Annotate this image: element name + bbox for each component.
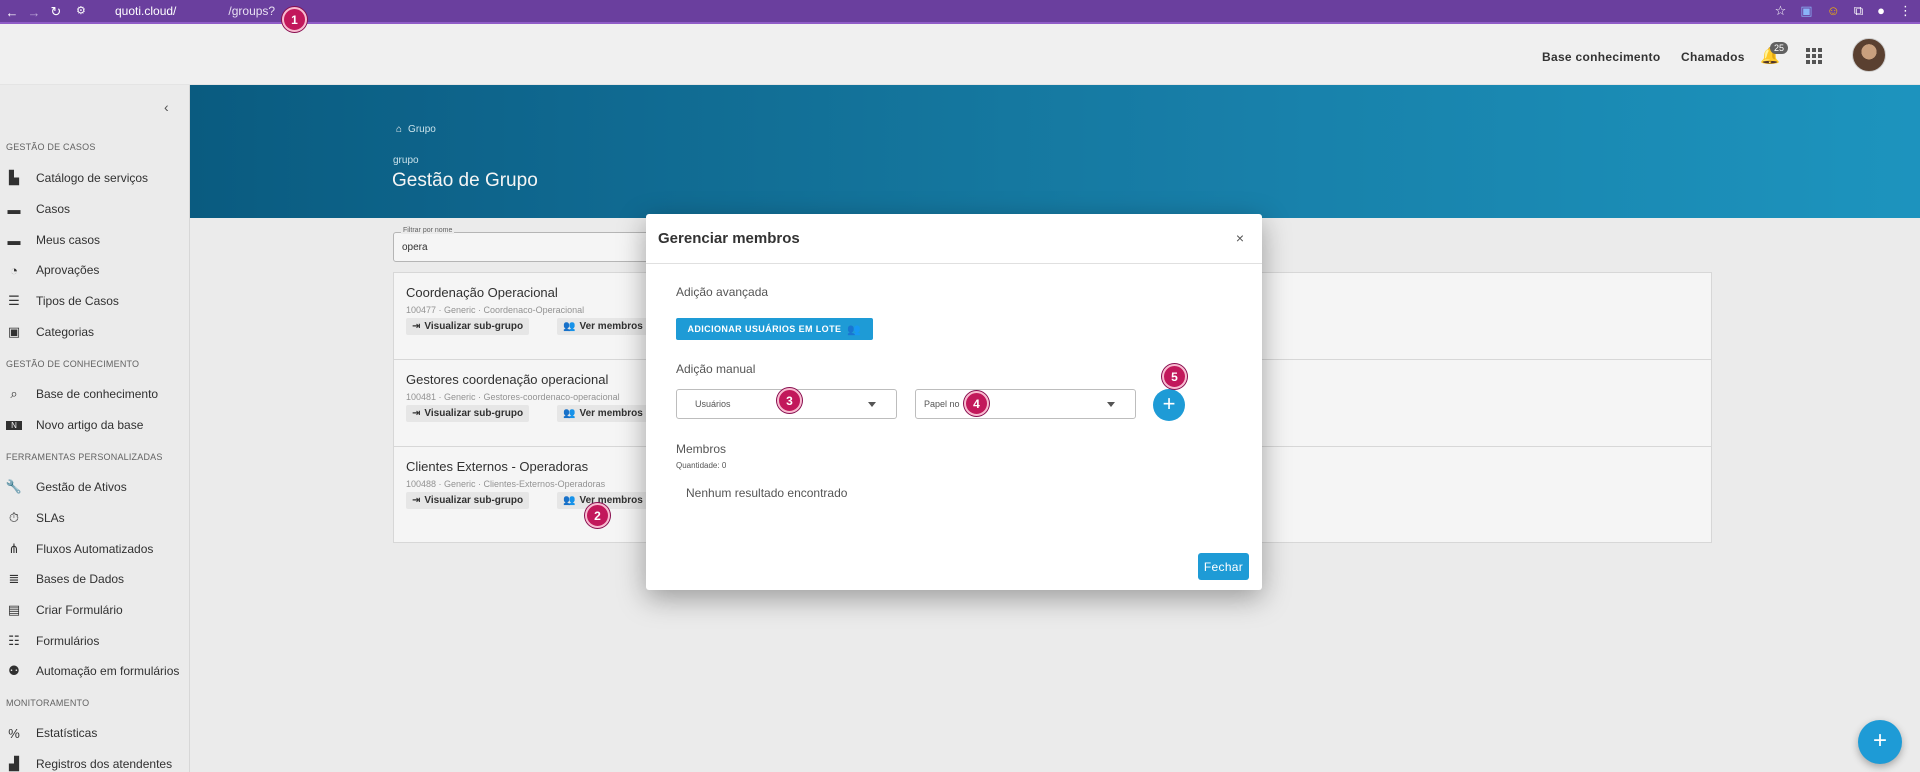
close-dialog-button[interactable]: Fechar	[1198, 553, 1249, 580]
add-fab-button[interactable]: +	[1858, 720, 1902, 764]
translate-icon[interactable]: ▣	[1800, 3, 1812, 19]
plus-icon: +	[1162, 391, 1176, 416]
site-settings-icon[interactable]: ⚙	[76, 4, 86, 17]
back-icon[interactable]: ←	[2, 5, 22, 20]
header-link-tickets[interactable]: Chamados	[1681, 50, 1745, 64]
users-select-value: Usuários	[695, 399, 731, 409]
manual-add-title: Adição manual	[676, 362, 756, 376]
members-count: Quantidade: 0	[676, 461, 727, 470]
empty-result-text: Nenhum resultado encontrado	[686, 486, 848, 500]
url-domain: quoti.cloud/	[115, 4, 177, 18]
members-title: Membros	[676, 442, 727, 456]
dialog-title: Gerenciar membros	[658, 230, 800, 247]
avatar[interactable]	[1852, 38, 1886, 72]
extension-emoji-icon[interactable]: ☺	[1827, 3, 1840, 19]
step-marker: 5	[1162, 364, 1187, 389]
apps-grid-icon[interactable]	[1806, 48, 1822, 64]
step-marker: 2	[585, 503, 610, 528]
close-icon[interactable]: ×	[1236, 230, 1244, 246]
notification-bell-icon[interactable]: 🔔 25	[1760, 42, 1789, 66]
forward-icon[interactable]: →	[24, 5, 44, 20]
browser-actions: ☆ ▣ ☺ ⧉ ● ⋮	[1775, 3, 1912, 19]
group-add-icon: 👥	[847, 323, 862, 336]
add-users-batch-button[interactable]: ADICIONAR USUÁRIOS EM LOTE 👥	[676, 318, 873, 340]
step-marker: 4	[964, 391, 989, 416]
extensions-icon[interactable]: ⧉	[1854, 3, 1863, 19]
header-link-knowledge-base[interactable]: Base conhecimento	[1542, 50, 1660, 64]
url-path: /groups?	[228, 4, 276, 18]
step-marker: 3	[777, 388, 802, 413]
role-select[interactable]: Papel no	[915, 389, 1136, 419]
manage-members-dialog: Gerenciar membros × Adição avançada ADIC…	[646, 214, 1262, 590]
role-select-value: Papel no	[924, 399, 960, 409]
step-marker: 1	[282, 7, 307, 32]
dialog-header: Gerenciar membros ×	[646, 214, 1262, 264]
address-bar[interactable]: quoti.cloud/ /groups?	[92, 4, 275, 18]
chevron-down-icon	[1107, 402, 1115, 407]
chevron-down-icon	[868, 402, 876, 407]
profile-icon[interactable]: ●	[1877, 3, 1885, 19]
add-member-button[interactable]: +	[1153, 389, 1185, 421]
notification-count: 25	[1770, 42, 1789, 54]
app-header: Base conhecimento Chamados 🔔 25	[0, 24, 1920, 85]
bookmark-star-icon[interactable]: ☆	[1775, 3, 1787, 19]
advanced-add-title: Adição avançada	[676, 285, 769, 299]
browser-menu-icon[interactable]: ⋮	[1899, 3, 1912, 19]
reload-icon[interactable]: ↻	[46, 4, 66, 20]
plus-icon: +	[1872, 727, 1887, 754]
